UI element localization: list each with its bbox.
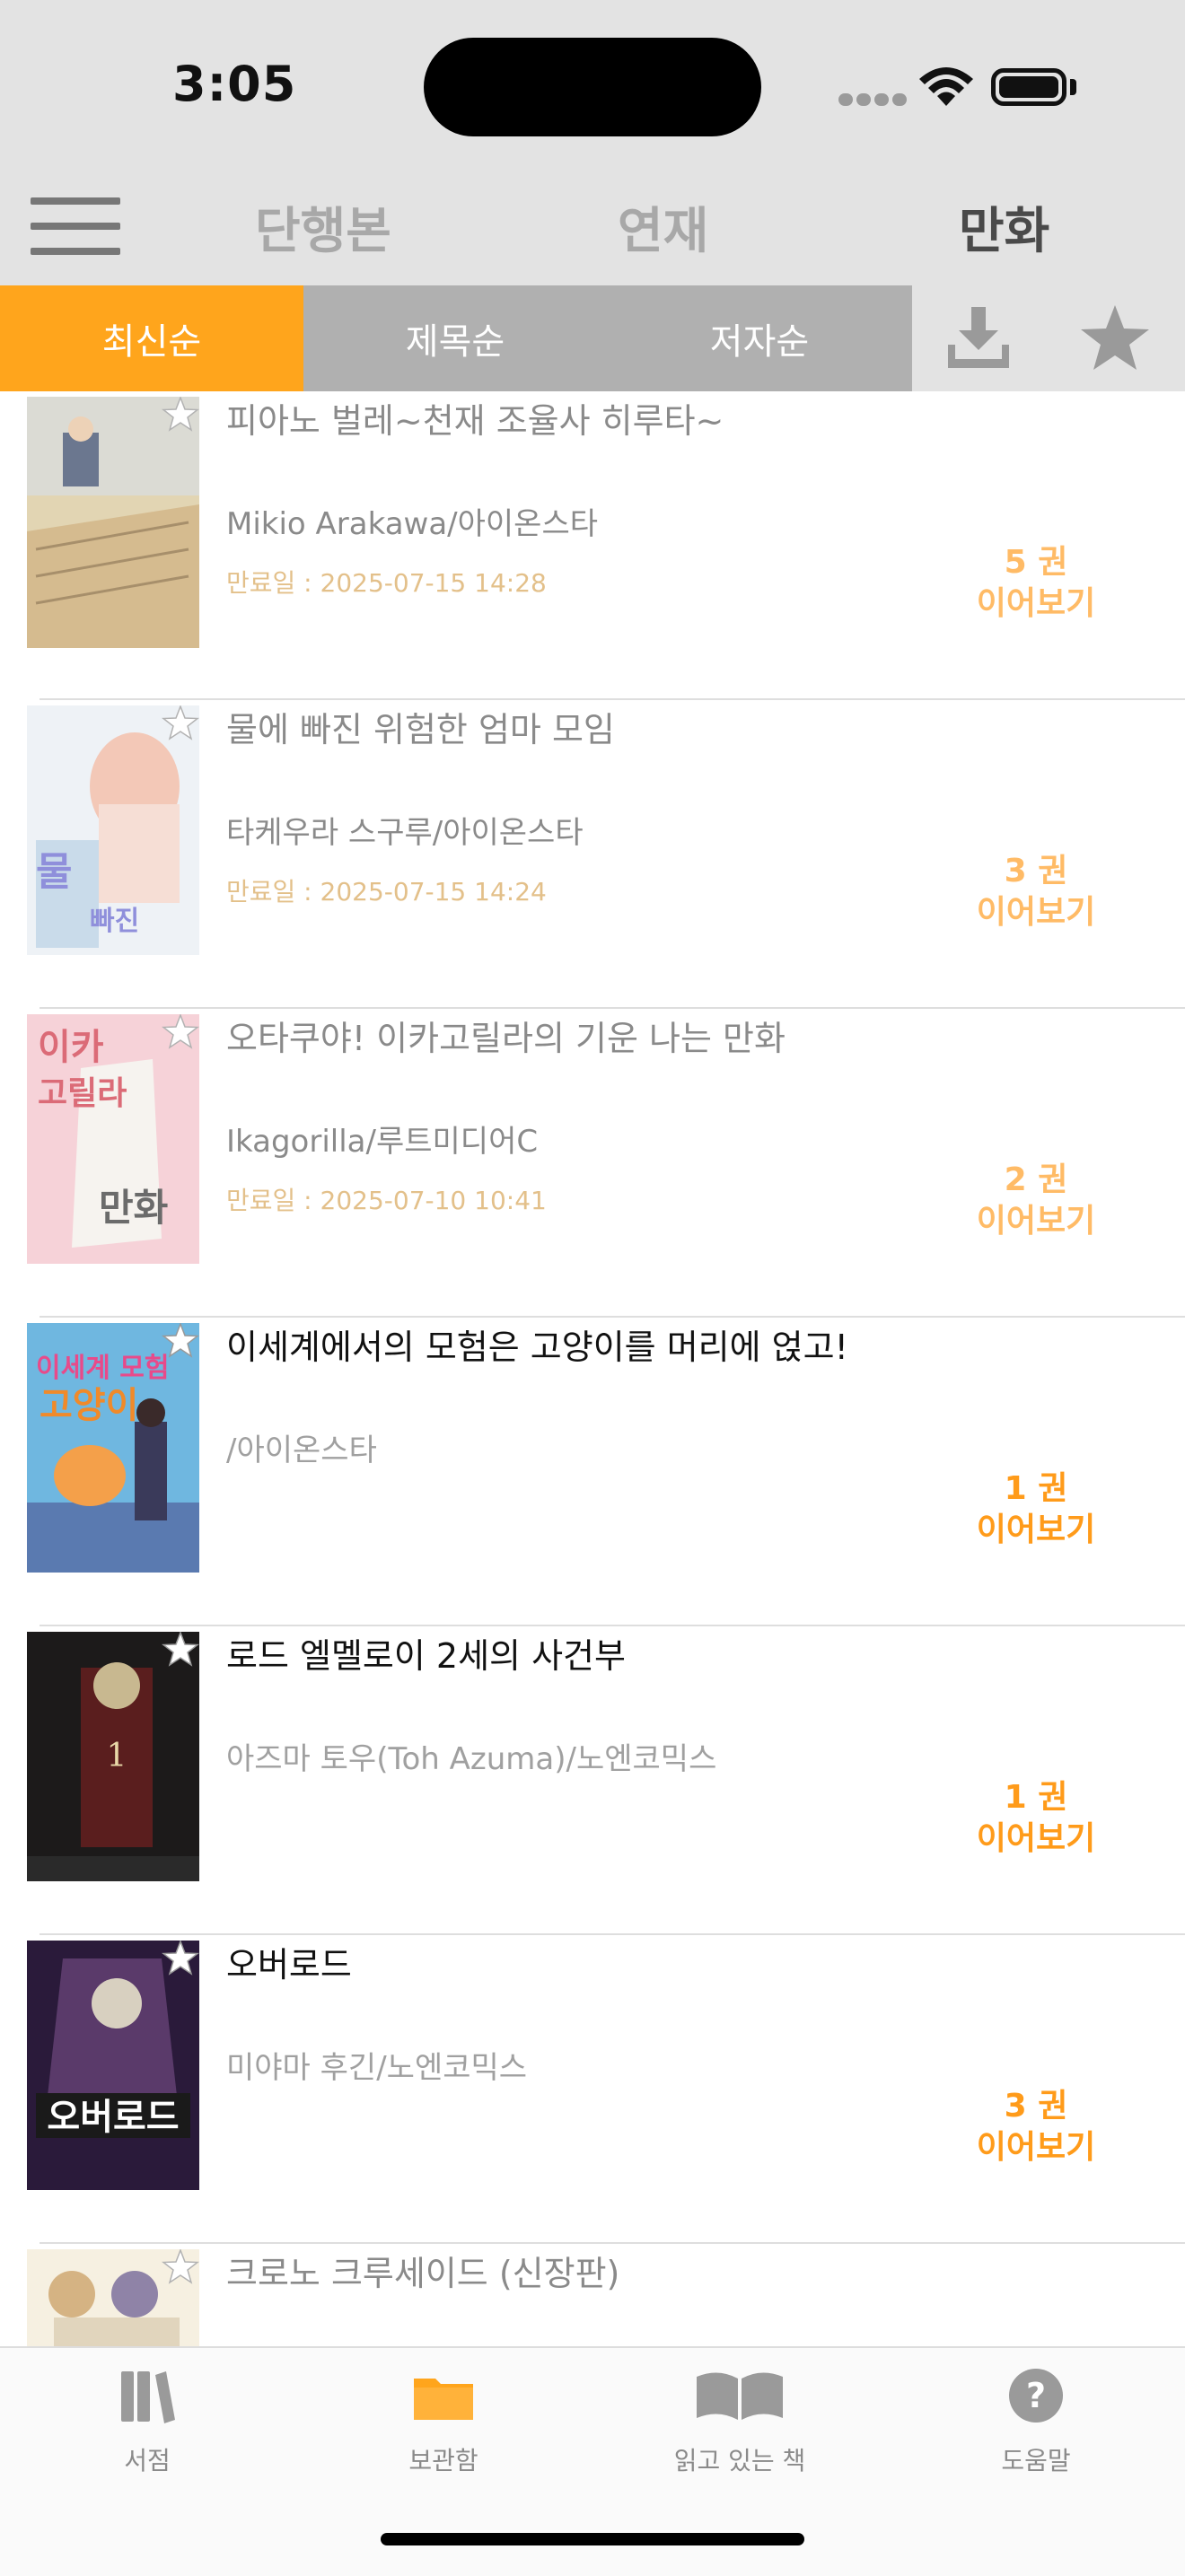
list-item[interactable]: 이카 고릴라 만화 오타쿠야! 이카고릴라의 기운 나는 만화 Ikagoril… <box>0 1009 1185 1318</box>
tab-tankobon[interactable]: 단행본 <box>255 190 391 262</box>
continue-label: 이어보기 <box>976 1511 1096 1548</box>
book-title: 이세계에서의 모험은 고양이를 머리에 얹고! <box>226 1327 848 1367</box>
list-item[interactable]: 크로노 크루세이드 (신장판) <box>0 2244 1185 2346</box>
tab-serial[interactable]: 연재 <box>618 190 708 262</box>
book-cover <box>27 397 199 648</box>
favorite-star-icon[interactable] <box>162 397 199 433</box>
folder-icon <box>414 2379 473 2420</box>
book-title: 오타쿠야! 이카고릴라의 기운 나는 만화 <box>226 1019 786 1058</box>
home-indicator <box>381 2533 804 2545</box>
list-item[interactable]: 물 빠진 물에 빠진 위험한 엄마 모임 타케우라 스구루/아이온스타 만료일 … <box>0 700 1185 1009</box>
svg-text:1: 1 <box>107 1738 127 1774</box>
continue-reading-button[interactable]: 1 권 이어보기 <box>937 1777 1135 1860</box>
tab-label: 보관함 <box>408 2446 478 2475</box>
wifi-icon <box>919 67 973 106</box>
book-author: 아즈마 토우(Toh Azuma)/노엔코믹스 <box>226 1741 717 1777</box>
continue-label: 이어보기 <box>976 894 1096 931</box>
book-expiry: 만료일 : 2025-07-15 14:28 <box>226 568 547 598</box>
favorite-star-icon[interactable] <box>162 1632 199 1668</box>
book-title: 피아노 벌레~천재 조율사 히루타~ <box>226 401 724 441</box>
book-cover: 이세계 모험 고양이 <box>27 1323 199 1573</box>
continue-label: 이어보기 <box>976 1203 1096 1240</box>
list-item[interactable]: 오버로드 오버로드 미야마 후긴/노엔코믹스 3 권 이어보기 <box>0 1935 1185 2244</box>
book-cover: 물 빠진 <box>27 705 199 955</box>
svg-text:고릴라: 고릴라 <box>38 1075 127 1112</box>
favorite-star-icon[interactable] <box>162 1323 199 1359</box>
book-author: 타케우라 스구루/아이온스타 <box>226 815 584 851</box>
book-cover: 1 <box>27 1632 199 1881</box>
favorite-star-icon[interactable] <box>162 1941 199 1976</box>
battery-tip <box>1070 79 1076 95</box>
book-cover <box>27 2249 199 2346</box>
book-expiry: 만료일 : 2025-07-10 10:41 <box>226 1186 547 1215</box>
svg-text:물: 물 <box>36 849 72 895</box>
continue-reading-button[interactable]: 2 권 이어보기 <box>937 1160 1135 1242</box>
continue-reading-button[interactable]: 3 권 이어보기 <box>937 2086 1135 2169</box>
continue-reading-button[interactable]: 5 권 이어보기 <box>937 542 1135 625</box>
sort-latest[interactable]: 최신순 <box>0 285 303 391</box>
help-icon: ? <box>1009 2369 1063 2423</box>
svg-text:빠진: 빠진 <box>90 906 139 937</box>
continue-reading-button[interactable]: 1 권 이어보기 <box>937 1468 1135 1551</box>
book-title: 물에 빠진 위험한 엄마 모임 <box>226 710 615 749</box>
favorite-star-icon[interactable] <box>162 2249 199 2285</box>
continue-reading-button[interactable]: 3 권 이어보기 <box>937 851 1135 933</box>
svg-text:이세계 모험: 이세계 모험 <box>36 1353 169 1384</box>
book-cover: 이카 고릴라 만화 <box>27 1014 199 1264</box>
list-item[interactable]: 1 로드 엘멜로이 2세의 사건부 아즈마 토우(Toh Azuma)/노엔코믹… <box>0 1626 1185 1935</box>
volume-count: 1 권 <box>1004 1470 1068 1507</box>
star-icon[interactable] <box>1077 302 1153 373</box>
cellular-signal-icon <box>838 86 908 106</box>
book-author: 미야마 후긴/노엔코믹스 <box>226 2050 528 2086</box>
volume-count: 5 권 <box>1004 544 1068 581</box>
list-item[interactable]: 이세계 모험 고양이 이세계에서의 모험은 고양이를 머리에 얹고! /아이온스… <box>0 1318 1185 1626</box>
book-title: 로드 엘멜로이 2세의 사건부 <box>226 1636 626 1676</box>
tab-label: 도움말 <box>1001 2446 1071 2475</box>
list-item[interactable]: 피아노 벌레~천재 조율사 히루타~ Mikio Arakawa/아이온스타 만… <box>0 391 1185 700</box>
dynamic-island <box>424 38 761 136</box>
svg-text:?: ? <box>1026 2376 1046 2415</box>
tab-reading[interactable]: 읽고 있는 책 <box>623 2366 856 2477</box>
book-author: Ikagorilla/루트미디어C <box>226 1124 539 1160</box>
open-book-icon <box>697 2372 783 2420</box>
volume-count: 3 권 <box>1004 853 1068 889</box>
sort-author[interactable]: 저자순 <box>607 285 912 391</box>
book-expiry: 만료일 : 2025-07-15 14:24 <box>226 877 547 907</box>
volume-count: 2 권 <box>1004 1161 1068 1198</box>
sort-title[interactable]: 제목순 <box>303 285 607 391</box>
book-title: 오버로드 <box>226 1945 352 1985</box>
svg-text:만화: 만화 <box>99 1186 168 1230</box>
volume-count: 1 권 <box>1004 1779 1068 1816</box>
battery-icon <box>991 68 1066 106</box>
tab-help[interactable]: ? 도움말 <box>919 2366 1153 2477</box>
tab-label: 읽고 있는 책 <box>673 2446 806 2475</box>
tab-store[interactable]: 서점 <box>31 2366 264 2477</box>
continue-label: 이어보기 <box>976 2129 1096 2166</box>
download-icon[interactable] <box>943 303 1014 372</box>
favorite-star-icon[interactable] <box>162 705 199 741</box>
svg-text:오버로드: 오버로드 <box>47 2097 179 2138</box>
book-cover: 오버로드 <box>27 1941 199 2190</box>
status-time: 3:05 <box>172 56 297 112</box>
book-author: /아이온스타 <box>226 1433 377 1468</box>
volume-count: 3 권 <box>1004 2088 1068 2125</box>
book-title: 크로노 크루세이드 (신장판) <box>226 2254 620 2293</box>
continue-label: 이어보기 <box>976 1820 1096 1857</box>
book-author: Mikio Arakawa/아이온스타 <box>226 506 599 542</box>
books-icon <box>121 2371 175 2423</box>
tab-label: 서점 <box>124 2446 171 2475</box>
favorite-star-icon[interactable] <box>162 1014 199 1050</box>
svg-text:고양이: 고양이 <box>40 1385 138 1426</box>
tab-library[interactable]: 보관함 <box>327 2366 560 2477</box>
svg-text:이카: 이카 <box>38 1027 104 1068</box>
hamburger-menu-icon[interactable] <box>31 197 120 255</box>
continue-label: 이어보기 <box>976 585 1096 622</box>
tab-comics[interactable]: 만화 <box>959 190 1049 262</box>
